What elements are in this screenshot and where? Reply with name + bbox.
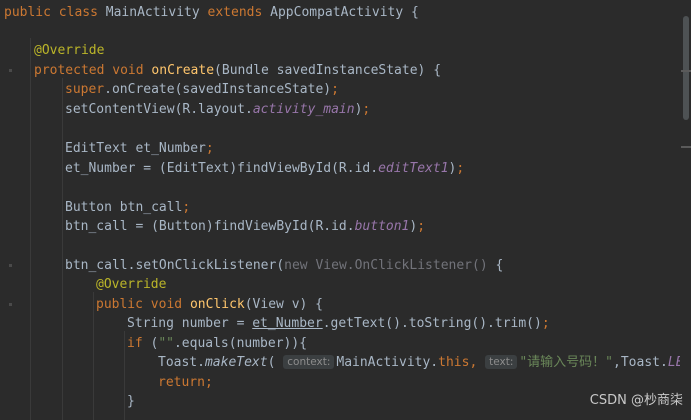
indent-guide (124, 331, 125, 420)
semicolon: ; (362, 102, 371, 117)
watermark: CSDN @杪商柒 (589, 393, 683, 408)
gutter-marker (9, 264, 12, 267)
code-line[interactable]: Toast.makeText( context: MainActivity.thi… (158, 353, 680, 373)
code-text: Toast. (158, 355, 205, 370)
code-text: setContentView(R.layout. (65, 102, 253, 117)
code-text: } (127, 394, 135, 409)
code-text: MainActivity. (336, 355, 439, 370)
code-text: Button btn_call (65, 200, 183, 215)
indent-guide (30, 38, 31, 420)
class-name: MainActivity (105, 5, 200, 20)
gutter-marker (9, 69, 12, 72)
code-line[interactable]: btn_call = (Button)findViewById(R.id.but… (65, 217, 680, 237)
code-line[interactable]: btn_call.setOnClickListener(new View.OnC… (65, 256, 680, 276)
annotation: @Override (96, 277, 167, 292)
keyword: void (112, 63, 144, 78)
code-line[interactable]: String number = et_Number.getText().toSt… (127, 314, 680, 334)
code-text: btn_call.setOnClickListener( (65, 258, 285, 273)
code-line[interactable]: EditText et_Number; (65, 139, 680, 159)
method-name: onClick (189, 297, 245, 312)
code-line[interactable]: Button btn_call; (65, 198, 680, 218)
string-literal: "" (158, 336, 174, 351)
parameter-hint: text: (485, 355, 518, 369)
code-line[interactable]: @Override (96, 275, 680, 295)
field-reference: button1 (354, 219, 410, 234)
keyword: void (150, 297, 183, 312)
field-usage-link[interactable]: et_Number (252, 316, 322, 331)
code-text: btn_call = (Button)findViewById(R.id. (65, 219, 355, 234)
field-reference: LENGTH (667, 355, 680, 370)
indent-guide (93, 292, 94, 420)
keyword: if (127, 336, 143, 351)
static-method: makeText (204, 355, 268, 370)
semicolon: ; (205, 141, 214, 156)
field-reference: editText1 (378, 161, 449, 176)
keyword: extends (207, 5, 263, 20)
code-text: String number = (127, 316, 253, 331)
code-text: (Bundle savedInstanceState) { (214, 63, 442, 78)
code-text: EditText et_Number (65, 141, 206, 156)
semicolon: ; (541, 316, 550, 331)
semicolon: ; (182, 200, 191, 215)
keyword: class (58, 5, 98, 20)
keyword: public (96, 297, 143, 312)
semicolon: ; (204, 375, 213, 390)
code-text: { (487, 258, 504, 273)
semicolon: ; (331, 82, 339, 97)
code-line[interactable]: super.onCreate(savedInstanceState); (65, 80, 680, 100)
code-line[interactable]: protected void onCreate(Bundle savedInst… (34, 61, 680, 81)
string-literal: "请输入号码！" (519, 355, 614, 370)
parent-class: AppCompatActivity { (270, 5, 419, 20)
annotation: @Override (34, 43, 105, 58)
code-line[interactable]: et_Number = (EditText)findViewById(R.id.… (65, 159, 680, 179)
gutter-marker (9, 303, 12, 306)
semicolon: ; (417, 219, 426, 234)
code-text: .onCreate(savedInstanceState) (104, 82, 332, 97)
semicolon: ; (456, 161, 465, 176)
code-text: ( (267, 355, 276, 370)
keyword: return (158, 375, 205, 390)
code-line[interactable]: public void onClick(View v) { (96, 295, 680, 315)
code-line[interactable]: setContentView(R.layout.activity_main); (65, 100, 680, 120)
parameter-hint: context: (283, 355, 335, 369)
keyword: this (438, 355, 470, 370)
code-editor[interactable]: public class MainActivity extends AppCom… (0, 0, 680, 420)
code-line[interactable]: @Override (34, 41, 680, 61)
indent-guide (62, 78, 63, 420)
scrollbar-marker (681, 146, 691, 148)
field-reference: activity_main (252, 102, 355, 117)
code-text: (View v) { (244, 297, 324, 312)
code-line[interactable]: if ("".equals(number)){ (127, 334, 680, 354)
scrollbar-thumb[interactable] (683, 16, 689, 120)
code-line[interactable]: public class MainActivity extends AppCom… (4, 3, 680, 23)
code-text: ,Toast. (613, 355, 668, 370)
scrollbar-marker (681, 70, 691, 72)
keyword: super (65, 82, 105, 97)
comma: , (469, 355, 478, 370)
code-text: .equals(number)){ (173, 336, 308, 351)
keyword: protected (34, 63, 105, 78)
code-text: .getText().toString().trim() (322, 316, 542, 331)
code-text: ( (142, 336, 159, 351)
code-text: et_Number = (EditText)findViewById(R.id. (65, 161, 379, 176)
method-name: onCreate (151, 63, 215, 78)
folded-anonymous-class[interactable]: new View.OnClickListener() (284, 258, 488, 273)
keyword: public (4, 5, 51, 20)
